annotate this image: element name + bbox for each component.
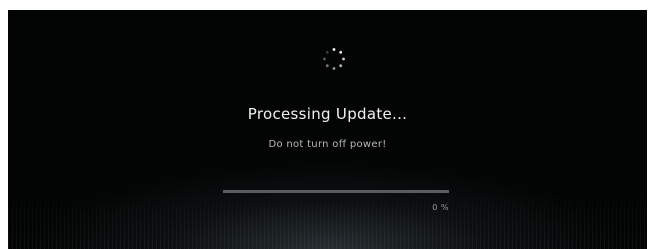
progress-bar [223, 190, 449, 193]
update-title: Processing Update... [247, 105, 408, 123]
power-warning-message: Do not turn off power! [268, 139, 387, 150]
display-screen [8, 10, 647, 249]
background-floor-lines [8, 189, 647, 249]
update-window: Processing Update... Do not turn off pow… [0, 0, 655, 249]
loading-spinner-icon [323, 48, 345, 70]
progress-percent-label: 0 % [432, 203, 449, 212]
